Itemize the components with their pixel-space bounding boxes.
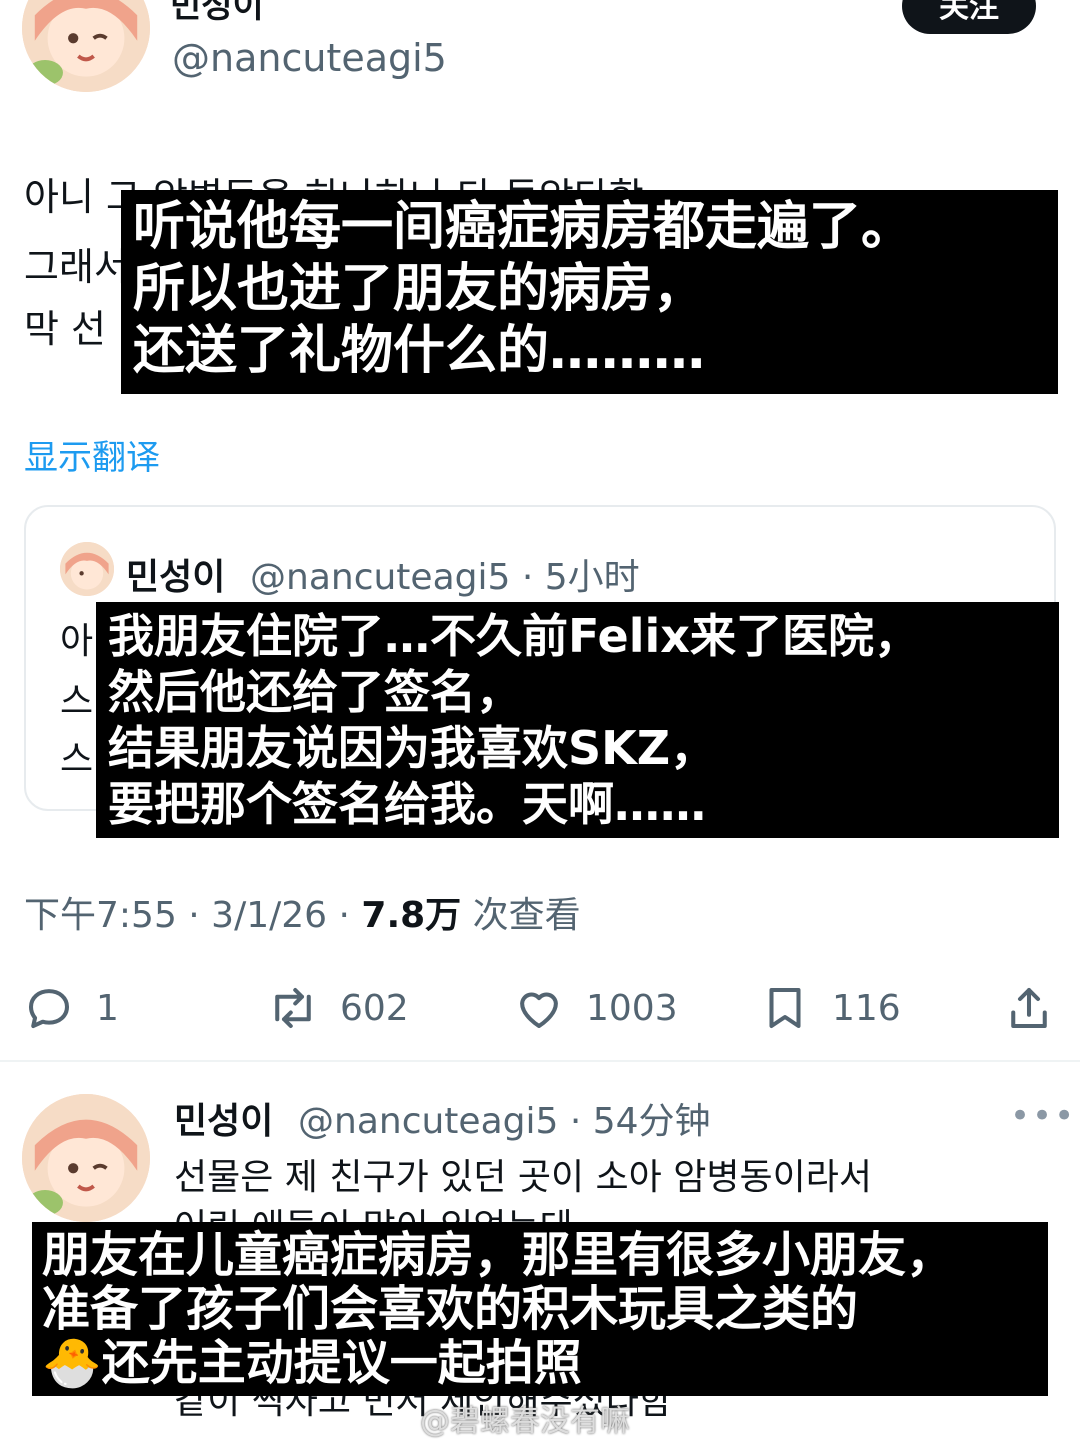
share-button[interactable]	[1002, 976, 1056, 1040]
subtitle-line: 还送了礼物什么的………	[133, 321, 706, 381]
post-text-line: 그래서	[24, 245, 129, 289]
like-button[interactable]: 1003	[512, 976, 678, 1040]
share-icon	[1011, 987, 1047, 1029]
quoted-author-name: 민성이	[126, 557, 226, 598]
subtitle-overlay: 听说他每一间癌症病房都走遍了。 所以也进了朋友的病房， 还送了礼物什么的………	[121, 190, 1058, 394]
quoted-text-line: 아	[60, 621, 94, 662]
watermark: @碧螺春没有嘛	[420, 1404, 630, 1439]
bookmark-icon	[769, 987, 801, 1029]
avatar-illustration	[22, 1094, 150, 1222]
reply-count: 1	[96, 987, 119, 1029]
quoted-text-line: 스	[60, 681, 94, 722]
subtitle-line: 准备了孩子们会喜欢的积木玩具之类的	[42, 1281, 859, 1337]
subtitle-line: 🐣还先主动提议一起拍照	[42, 1335, 582, 1391]
subtitle-line: 然后他还给了签名，	[108, 665, 522, 719]
quoted-author-avatar	[60, 542, 114, 596]
retweet-count: 602	[340, 987, 409, 1029]
reply-text-line: 선물은 제 친구가 있던 곳이 소아 암병동이라서	[174, 1157, 872, 1198]
post-text-line: 막 선	[24, 307, 106, 351]
avatar-illustration	[22, 0, 150, 92]
reply-author-avatar[interactable]	[22, 1094, 150, 1222]
retweet-icon	[275, 987, 311, 1029]
author-avatar[interactable]	[22, 0, 150, 92]
quoted-handle-time: @nancuteagi5 · 5小时	[250, 557, 640, 598]
views-count: 7.8万	[361, 895, 462, 936]
more-icon[interactable]: •••	[1010, 1096, 1076, 1136]
like-count: 1003	[586, 987, 678, 1029]
post-timestamp[interactable]: 下午7:55 · 3/1/26 ·	[24, 895, 361, 936]
reply-button[interactable]: 1	[22, 976, 119, 1040]
like-icon	[520, 992, 558, 1029]
post-metadata: 下午7:55 · 3/1/26 · 7.8万 次查看	[24, 886, 581, 938]
subtitle-line: 结果朋友说因为我喜欢SKZ，	[108, 721, 717, 775]
follow-button[interactable]: 关注	[902, 0, 1036, 34]
chick-emoji-icon: 🐣	[42, 1335, 102, 1391]
bookmark-button[interactable]: 116	[758, 976, 901, 1040]
retweet-button[interactable]: 602	[266, 976, 409, 1040]
action-bar: 1 602 1003 116	[0, 976, 1080, 1040]
reply-author-name[interactable]: 민성이	[174, 1092, 273, 1144]
subtitle-line: 朋友在儿童癌症病房，那里有很多小朋友，	[42, 1227, 955, 1283]
subtitle-line: 我朋友住院了…不久前Felix来了医院，	[108, 609, 920, 663]
reply-handle-time[interactable]: @nancuteagi5 · 54分钟	[298, 1092, 711, 1144]
views-label: 次查看	[461, 895, 581, 936]
reply-icon	[28, 989, 70, 1029]
divider	[0, 1060, 1080, 1062]
bookmark-count: 116	[832, 987, 901, 1029]
subtitle-overlay: 朋友在儿童癌症病房，那里有很多小朋友， 准备了孩子们会喜欢的积木玩具之类的 🐣还…	[32, 1222, 1048, 1396]
subtitle-line: 要把那个签名给我。天啊……	[108, 777, 706, 831]
author-handle[interactable]: @nancuteagi5	[172, 36, 447, 80]
show-translation-link[interactable]: 显示翻译	[24, 430, 160, 479]
subtitle-overlay: 我朋友住院了…不久前Felix来了医院， 然后他还给了签名， 结果朋友说因为我喜…	[96, 602, 1059, 838]
subtitle-line: 听说他每一间癌症病房都走遍了。	[133, 197, 914, 257]
author-name[interactable]: 민성이	[170, 0, 264, 27]
subtitle-line: 所以也进了朋友的病房，	[133, 259, 706, 319]
quoted-text-line: 스	[60, 739, 94, 780]
